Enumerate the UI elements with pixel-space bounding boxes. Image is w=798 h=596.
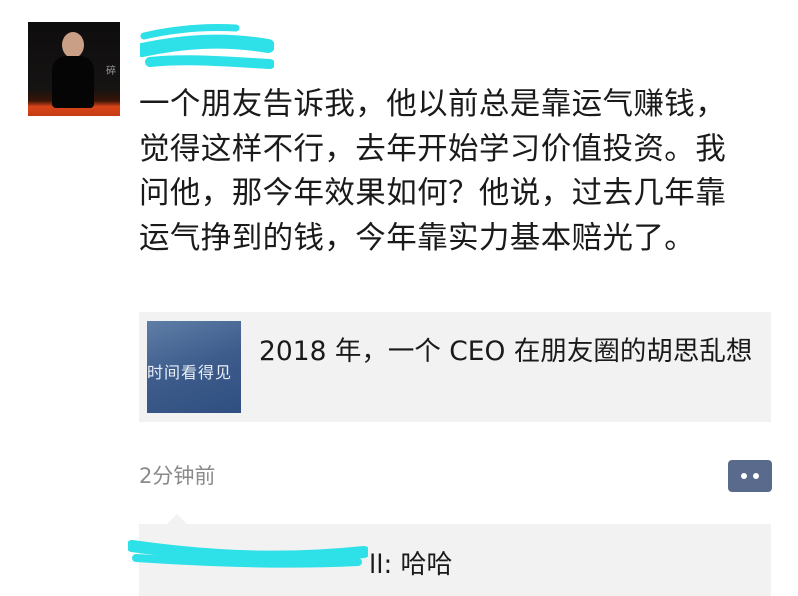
avatar-caption: 碎	[106, 66, 116, 77]
post-text: 一个朋友告诉我，他以前总是靠运气赚钱，觉得这样不行，去年开始学习价值投资。我问他…	[139, 87, 727, 256]
avatar-person-body	[52, 56, 94, 108]
avatar-person-head	[62, 32, 84, 58]
username-redaction	[140, 24, 274, 69]
link-thumbnail: 时间看得见	[147, 321, 241, 413]
comment-text: ll: 哈哈	[369, 550, 453, 580]
link-title: 2018 年，一个 CEO 在朋友圈的胡思乱想	[259, 336, 753, 367]
more-dots-icon[interactable]	[728, 460, 772, 492]
post-timestamp: 2分钟前	[139, 464, 216, 488]
dot-icon	[741, 473, 747, 479]
dot-icon	[753, 473, 759, 479]
commenter-redaction	[128, 540, 368, 568]
avatar[interactable]: 碎	[28, 22, 120, 116]
shared-link-card[interactable]: 时间看得见 2018 年，一个 CEO 在朋友圈的胡思乱想	[139, 312, 771, 422]
link-thumbnail-text: 时间看得见	[147, 363, 233, 382]
